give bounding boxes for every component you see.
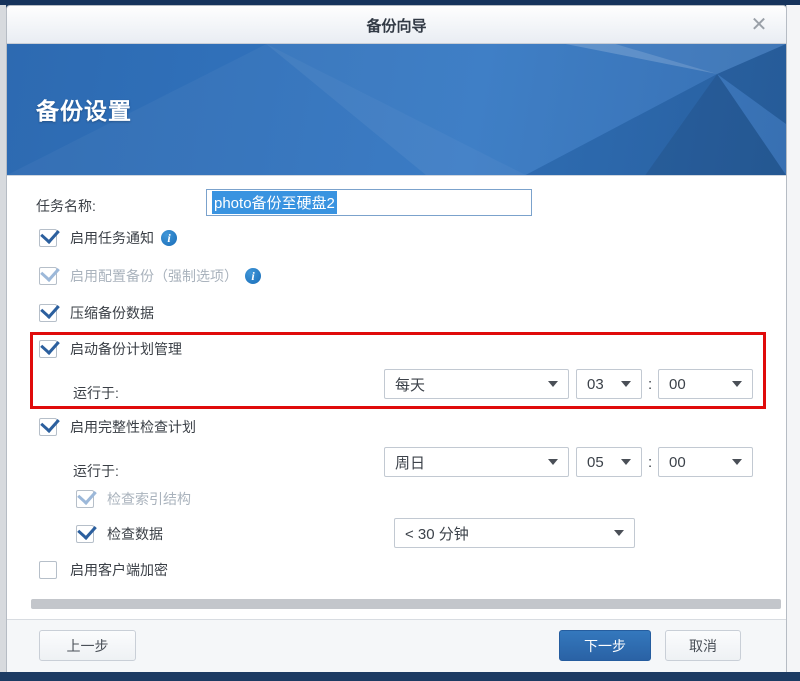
- backup-hour-select[interactable]: 03: [576, 369, 642, 399]
- row-check-data: 检查数据: [76, 524, 163, 544]
- page-title: 备份设置: [36, 92, 132, 126]
- checkbox-config-backup: [39, 267, 57, 285]
- backup-run-at-label: 运行于:: [73, 383, 119, 403]
- backup-minute-select[interactable]: 00: [658, 369, 753, 399]
- row-config-backup: 启用配置备份（强制选项） i: [39, 266, 261, 286]
- integrity-hour-value: 05: [587, 454, 604, 471]
- row-compress-data: 压缩备份数据: [39, 303, 154, 323]
- backup-minute-value: 00: [669, 376, 686, 393]
- checkbox-integrity-check[interactable]: [39, 418, 57, 436]
- check-duration-select[interactable]: < 30 分钟: [394, 518, 635, 548]
- backup-schedule-label: 启动备份计划管理: [70, 339, 182, 359]
- task-name-label: 任务名称:: [36, 196, 96, 216]
- dialog-footer: 上一步 下一步 取消: [7, 619, 786, 672]
- integrity-day-select[interactable]: 周日: [384, 447, 569, 477]
- integrity-run-at-label: 运行于:: [73, 461, 119, 481]
- next-button[interactable]: 下一步: [559, 630, 651, 661]
- chevron-down-icon: [621, 381, 631, 387]
- chevron-down-icon: [614, 530, 624, 536]
- checkbox-enable-notification[interactable]: [39, 229, 57, 247]
- task-name-selected-text: photo备份至硬盘2: [212, 191, 337, 214]
- integrity-day-value: 周日: [395, 452, 425, 473]
- desktop-right-strip: [786, 5, 800, 672]
- client-encryption-label: 启用客户端加密: [70, 560, 168, 580]
- integrity-minute-select[interactable]: 00: [658, 447, 753, 477]
- desktop-bottom-strip: [0, 672, 800, 681]
- window-title: 备份向导: [7, 15, 786, 36]
- compress-data-label: 压缩备份数据: [70, 303, 154, 323]
- time-colon: :: [648, 454, 652, 471]
- checkbox-check-data[interactable]: [76, 525, 94, 543]
- check-data-label: 检查数据: [107, 524, 163, 544]
- backup-day-value: 每天: [395, 374, 425, 395]
- chevron-down-icon: [621, 459, 631, 465]
- integrity-hour-select[interactable]: 05: [576, 447, 642, 477]
- check-duration-value: < 30 分钟: [405, 523, 469, 544]
- backup-day-select[interactable]: 每天: [384, 369, 569, 399]
- info-icon[interactable]: i: [161, 230, 177, 246]
- check-index-label: 检查索引结构: [107, 489, 191, 509]
- row-backup-schedule: 启动备份计划管理: [39, 339, 182, 359]
- backup-hour-value: 03: [587, 376, 604, 393]
- chevron-down-icon: [732, 459, 742, 465]
- row-enable-notification: 启用任务通知 i: [39, 228, 177, 248]
- integrity-minute-value: 00: [669, 454, 686, 471]
- row-integrity-check: 启用完整性检查计划: [39, 417, 196, 437]
- config-backup-label: 启用配置备份（强制选项）: [70, 266, 238, 286]
- integrity-check-label: 启用完整性检查计划: [70, 417, 196, 437]
- row-client-encryption: 启用客户端加密: [39, 560, 168, 580]
- dialog-titlebar: 备份向导 ✕: [7, 6, 786, 44]
- checkbox-check-index: [76, 490, 94, 508]
- checkbox-backup-schedule[interactable]: [39, 340, 57, 358]
- backup-wizard-dialog: 备份向导 ✕ 备份设置 任务名称: photo备份至硬盘2 启用任务通知 i 启…: [6, 5, 787, 672]
- chevron-down-icon: [548, 381, 558, 387]
- prev-button[interactable]: 上一步: [39, 630, 136, 661]
- cancel-button[interactable]: 取消: [665, 630, 741, 661]
- wizard-step-banner: 备份设置: [7, 44, 786, 176]
- time-colon: :: [648, 376, 652, 393]
- enable-notification-label: 启用任务通知: [70, 228, 154, 248]
- info-icon[interactable]: i: [245, 268, 261, 284]
- chevron-down-icon: [732, 381, 742, 387]
- task-name-input[interactable]: photo备份至硬盘2: [206, 189, 532, 216]
- horizontal-scrollbar[interactable]: [31, 599, 781, 609]
- close-icon[interactable]: ✕: [746, 12, 772, 38]
- chevron-down-icon: [548, 459, 558, 465]
- checkbox-client-encryption[interactable]: [39, 561, 57, 579]
- row-check-index: 检查索引结构: [76, 489, 191, 509]
- checkbox-compress-data[interactable]: [39, 304, 57, 322]
